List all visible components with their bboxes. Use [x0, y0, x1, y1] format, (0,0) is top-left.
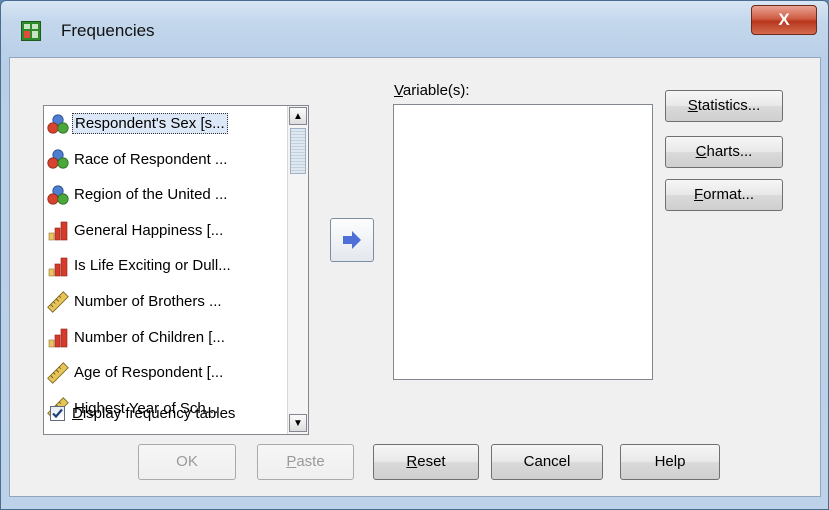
right-arrow-icon — [343, 231, 361, 249]
format-button[interactable]: Format... — [665, 179, 783, 211]
variable-label: Respondent's Sex [s... — [72, 113, 228, 134]
variable-list-item[interactable]: Number of Brothers ... — [47, 288, 279, 315]
window-title: Frequencies — [61, 21, 155, 40]
nominal-icon — [47, 184, 69, 206]
variable-label: Number of Children [... — [74, 328, 225, 346]
variable-list-item[interactable]: Respondent's Sex [s... — [47, 110, 279, 137]
arrow-down-icon: ▼ — [293, 417, 303, 429]
nominal-icon — [47, 113, 69, 135]
variable-label: General Happiness [... — [74, 221, 224, 239]
source-variable-list[interactable]: ▲ ▼ Respondent's Sex [s... Race of Respon… — [43, 105, 309, 435]
variable-label: Region of the United ... — [74, 186, 228, 204]
variables-target-label: Variable(s): — [394, 82, 470, 99]
variable-label: Race of Respondent ... — [74, 150, 228, 168]
arrow-up-icon: ▲ — [293, 110, 303, 122]
charts-button[interactable]: Charts... — [665, 136, 783, 168]
help-button[interactable]: Help — [620, 444, 720, 480]
ordinal-icon — [47, 255, 69, 277]
variable-list-item[interactable]: Region of the United ... — [47, 181, 279, 208]
variable-list-item[interactable]: Number of Children [... — [47, 324, 279, 351]
display-frequency-tables-label: Display frequency tables — [72, 405, 236, 422]
variable-list-item[interactable]: General Happiness [... — [47, 217, 279, 244]
variable-label: Number of Brothers ... — [74, 293, 222, 310]
variable-label: Age of Respondent [... — [74, 364, 224, 382]
scroll-up-button[interactable]: ▲ — [289, 107, 307, 125]
ordinal-icon — [47, 326, 69, 348]
frequencies-dialog: Frequencies X ▲ ▼ Respondent's Sex [s...… — [0, 0, 829, 510]
dialog-body: ▲ ▼ Respondent's Sex [s... Race of Respon… — [9, 57, 821, 497]
close-button[interactable]: X — [751, 5, 817, 35]
statistics-button[interactable]: Statistics... — [665, 90, 783, 122]
display-frequency-tables-option[interactable]: Display frequency tables — [50, 405, 235, 422]
variable-list-item[interactable]: Age of Respondent [... — [47, 359, 279, 386]
paste-button[interactable]: Paste — [257, 444, 354, 480]
move-variable-button[interactable] — [330, 218, 374, 262]
variable-list-item[interactable]: Is Life Exciting or Dull... — [47, 252, 279, 279]
variable-list-item[interactable]: Race of Respondent ... — [47, 146, 279, 173]
spss-app-icon — [21, 21, 41, 41]
variable-label: Is Life Exciting or Dull... — [74, 257, 231, 275]
scale-icon — [47, 361, 69, 384]
variable-list-scrollbar[interactable]: ▲ ▼ — [287, 106, 308, 434]
checkmark-icon — [52, 408, 63, 419]
target-variable-list[interactable] — [393, 104, 653, 380]
scroll-down-button[interactable]: ▼ — [289, 414, 307, 432]
ordinal-icon — [47, 219, 69, 241]
ok-button[interactable]: OK — [138, 444, 236, 480]
reset-button[interactable]: Reset — [373, 444, 479, 480]
scale-icon — [47, 290, 69, 313]
cancel-button[interactable]: Cancel — [491, 444, 603, 480]
title-bar[interactable]: Frequencies X — [1, 1, 828, 57]
nominal-icon — [47, 148, 69, 170]
scroll-thumb[interactable] — [290, 128, 306, 174]
display-frequency-tables-checkbox[interactable] — [50, 406, 65, 421]
